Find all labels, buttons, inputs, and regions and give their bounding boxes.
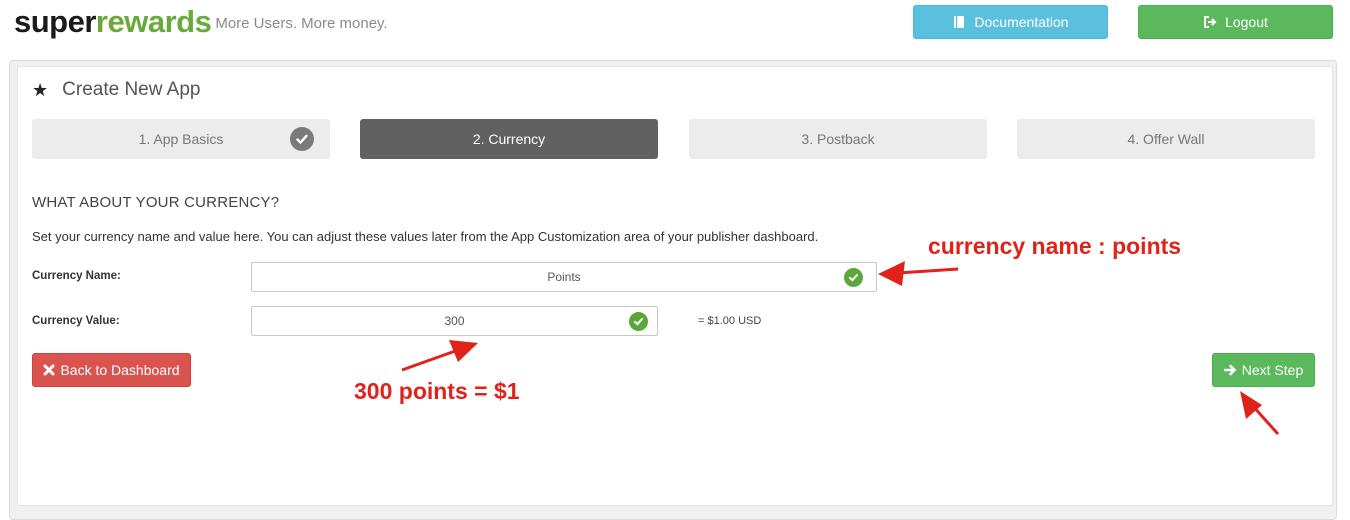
step-postback[interactable]: 3. Postback (689, 119, 987, 159)
step-label: 1. App Basics (138, 131, 224, 147)
next-step-button[interactable]: Next Step (1212, 353, 1315, 387)
panel-title: ★ Create New App (32, 76, 201, 104)
currency-value-label: Currency Value: (32, 315, 120, 327)
step-offer-wall[interactable]: 4. Offer Wall (1017, 119, 1315, 159)
currency-value-input[interactable]: 300 (251, 306, 658, 336)
close-icon (43, 364, 55, 376)
step-label: 2. Currency (472, 131, 546, 147)
step-app-basics[interactable]: 1. App Basics (32, 119, 330, 159)
arrow-right-icon (1223, 364, 1237, 376)
logo[interactable]: super rewards More Users. More money. (14, 2, 388, 42)
annotation-currency-name: currency name : points (928, 233, 1182, 259)
step-label: 4. Offer Wall (1127, 131, 1205, 147)
section-title: WHAT ABOUT YOUR CURRENCY? (32, 194, 280, 211)
documentation-button[interactable]: Documentation (913, 5, 1108, 39)
logo-super-text: super (14, 4, 96, 39)
currency-name-value: Points (547, 270, 581, 284)
section-description: Set your currency name and value here. Y… (32, 229, 819, 244)
check-circle-icon (290, 127, 314, 151)
back-to-dashboard-label: Back to Dashboard (60, 362, 180, 378)
logo-rewards-text: rewards (95, 4, 212, 39)
currency-name-label: Currency Name: (32, 270, 121, 282)
logout-label: Logout (1225, 14, 1268, 30)
panel-title-text: Create New App (62, 79, 201, 100)
back-to-dashboard-button[interactable]: Back to Dashboard (32, 353, 191, 387)
step-currency[interactable]: 2. Currency (360, 119, 658, 159)
star-icon: ★ (32, 79, 49, 100)
usd-equivalent: = $1.00 USD (698, 315, 762, 327)
currency-value-value: 300 (444, 314, 465, 328)
tagline: More Users. More money. (215, 15, 388, 32)
next-step-label: Next Step (1241, 362, 1304, 378)
sign-out-icon (1204, 16, 1217, 28)
book-icon (954, 16, 965, 28)
logout-button[interactable]: Logout (1138, 5, 1333, 39)
documentation-label: Documentation (974, 14, 1069, 30)
check-circle-icon (629, 312, 648, 331)
annotation-points-value: 300 points = $1 (354, 378, 520, 404)
currency-name-input[interactable]: Points (251, 262, 877, 292)
check-circle-icon (844, 268, 863, 287)
step-label: 3. Postback (801, 131, 875, 147)
